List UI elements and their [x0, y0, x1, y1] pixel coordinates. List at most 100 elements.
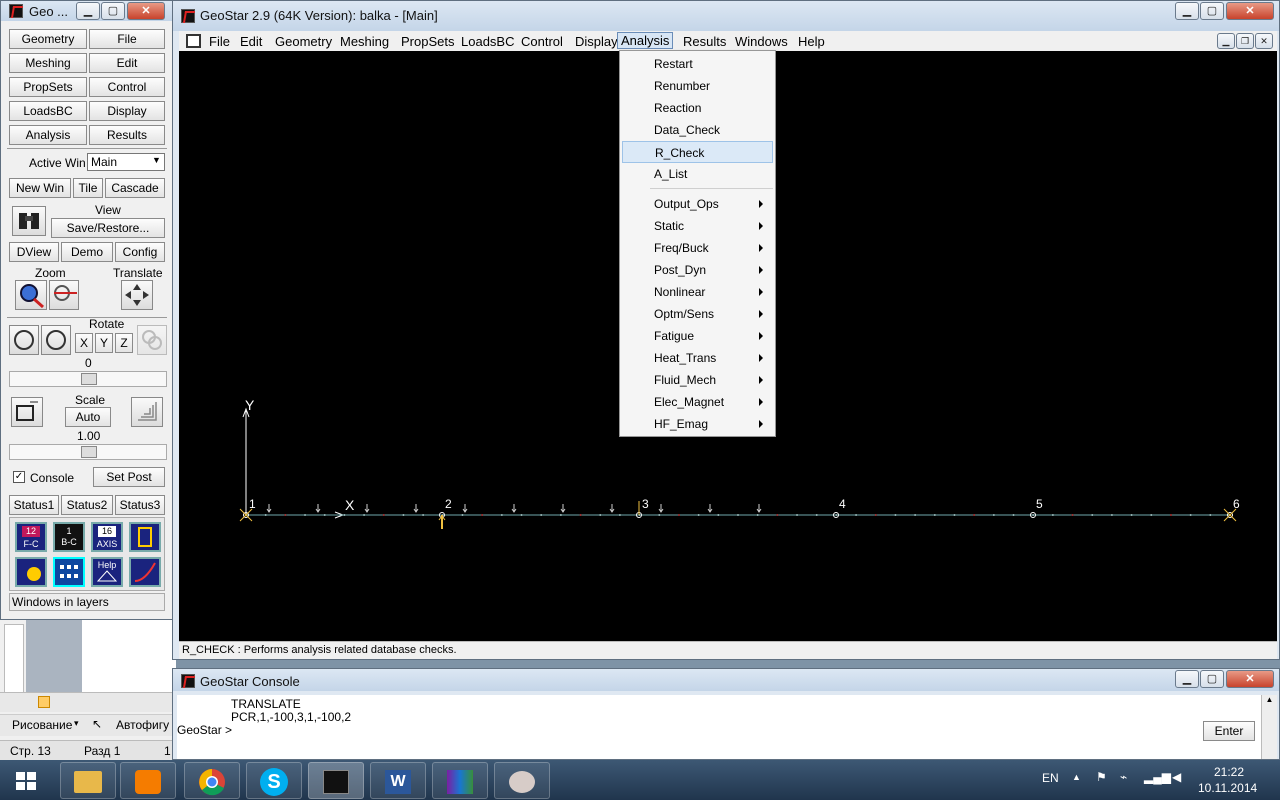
analysis-menu-hf-emag[interactable]: HF_Emag [622, 413, 773, 435]
file-tool-button[interactable]: File [89, 29, 165, 49]
zoom-in-icon[interactable] [15, 280, 47, 310]
loadsbc-tool-button[interactable]: LoadsBC [9, 101, 87, 121]
geometry-tool-button[interactable]: Geometry [9, 29, 87, 49]
help-icon[interactable]: Help [91, 557, 123, 587]
menu-propsets[interactable]: PropSets [401, 34, 454, 49]
chevron-down-icon[interactable]: ▼ [152, 155, 161, 165]
word-drawing-menu[interactable]: Рисование [12, 718, 72, 732]
meshing-tool-button[interactable]: Meshing [9, 53, 87, 73]
rotate-ccw-icon[interactable] [9, 325, 39, 355]
edit-tool-button[interactable]: Edit [89, 53, 165, 73]
curve-icon[interactable] [129, 557, 161, 587]
pointer-hand-icon[interactable] [15, 557, 47, 587]
status1-tab[interactable]: Status1 [9, 495, 59, 515]
analysis-menu-output-ops[interactable]: Output_Ops [622, 193, 773, 215]
menu-meshing[interactable]: Meshing [340, 34, 389, 49]
chrome-taskbar-button[interactable] [184, 762, 240, 799]
rotate-slider-thumb[interactable] [81, 373, 97, 385]
scale-grid-icon[interactable] [131, 397, 163, 427]
menu-loadsbc[interactable]: LoadsBC [461, 34, 514, 49]
word-drawing-dropdown-icon[interactable]: ▾ [74, 718, 79, 729]
analysis-menu-post-dyn[interactable]: Post_Dyn [622, 259, 773, 281]
menu-edit[interactable]: Edit [240, 34, 262, 49]
axis-icon[interactable]: 16 AXIS [91, 522, 123, 552]
console-minimize-button[interactable]: ▁ [1175, 670, 1199, 688]
analysis-menu-data-check[interactable]: Data_Check [622, 119, 773, 141]
menu-control[interactable]: Control [521, 34, 563, 49]
scale-box-icon[interactable] [11, 397, 43, 427]
power-icon[interactable]: ⌁ [1120, 770, 1127, 784]
toolbox-close-button[interactable]: ✕ [127, 2, 165, 20]
mdi-restore-button[interactable]: ❐ [1236, 33, 1254, 49]
start-button[interactable] [6, 766, 46, 796]
analysis-menu-renumber[interactable]: Renumber [622, 75, 773, 97]
analysis-menu-a-list[interactable]: A_List [622, 163, 773, 185]
word-taskbar-button[interactable]: W [370, 762, 426, 799]
analysis-menu-heat-trans[interactable]: Heat_Trans [622, 347, 773, 369]
fc-icon[interactable]: 12 F-C [15, 522, 47, 552]
tray-expand-icon[interactable]: ▲ [1072, 772, 1081, 782]
rotate-slider[interactable] [9, 371, 167, 387]
dview-button[interactable]: DView [9, 242, 59, 262]
scale-auto-button[interactable]: Auto [65, 407, 111, 427]
analysis-menu-static[interactable]: Static [622, 215, 773, 237]
menu-results[interactable]: Results [683, 34, 726, 49]
analysis-menu-freq-buck[interactable]: Freq/Buck [622, 237, 773, 259]
clock-date[interactable]: 10.11.2014 [1198, 781, 1257, 795]
analysis-menu-fluid-mech[interactable]: Fluid_Mech [622, 369, 773, 391]
rotate-z-button[interactable]: Z [115, 333, 133, 353]
menu-geometry[interactable]: Geometry [275, 34, 332, 49]
analysis-tool-button[interactable]: Analysis [9, 125, 87, 145]
toolbox-maximize-button[interactable]: ▢ [101, 2, 125, 20]
paint-taskbar-button[interactable] [494, 762, 550, 799]
rotate-x-button[interactable]: X [75, 333, 93, 353]
signal-icon[interactable]: ▂▄▆ [1144, 770, 1171, 784]
main-minimize-button[interactable]: ▁ [1175, 2, 1199, 20]
scale-slider-thumb[interactable] [81, 446, 97, 458]
analysis-menu-reaction[interactable]: Reaction [622, 97, 773, 119]
menu-windows[interactable]: Windows [735, 34, 788, 49]
word-view-print-icon[interactable] [38, 696, 50, 708]
geostar-taskbar-button[interactable] [308, 762, 364, 799]
console-maximize-button[interactable]: ▢ [1200, 670, 1224, 688]
skype-taskbar-button[interactable]: S [246, 762, 302, 799]
translate-icon[interactable] [121, 280, 153, 310]
menu-display[interactable]: Display [575, 34, 618, 49]
analysis-menu-nonlinear[interactable]: Nonlinear [622, 281, 773, 303]
flag-icon[interactable]: ⚑ [1096, 770, 1107, 784]
analysis-menu-fatigue[interactable]: Fatigue [622, 325, 773, 347]
status3-tab[interactable]: Status3 [115, 495, 165, 515]
word-cursor-icon[interactable]: ↖ [92, 717, 102, 731]
console-close-button[interactable]: ✕ [1226, 670, 1274, 688]
analysis-menu-restart[interactable]: Restart [622, 53, 773, 75]
rotate-cw-icon[interactable] [41, 325, 71, 355]
word-autoshapes-menu[interactable]: Автофигу [116, 718, 169, 732]
rotate-y-button[interactable]: Y [95, 333, 113, 353]
select-icon[interactable] [129, 522, 161, 552]
save-restore-button[interactable]: Save/Restore... [51, 218, 165, 238]
analysis-menu-elec-magnet[interactable]: Elec_Magnet [622, 391, 773, 413]
rrr-icon[interactable] [53, 557, 85, 587]
analysis-menu-optm-sens[interactable]: Optm/Sens [622, 303, 773, 325]
mdi-minimize-button[interactable]: ▁ [1217, 33, 1235, 49]
menu-help[interactable]: Help [798, 34, 825, 49]
scale-slider[interactable] [9, 444, 167, 460]
explorer-taskbar-button[interactable] [60, 762, 116, 799]
status2-tab[interactable]: Status2 [61, 495, 113, 515]
scroll-up-icon[interactable]: ▲ [1262, 695, 1277, 704]
new-win-button[interactable]: New Win [9, 178, 71, 198]
volume-icon[interactable]: ◀ [1172, 770, 1181, 784]
cascade-button[interactable]: Cascade [105, 178, 165, 198]
binoculars-icon[interactable] [12, 206, 46, 236]
console-scrollbar[interactable]: ▲ [1261, 695, 1277, 759]
menu-file[interactable]: File [209, 34, 230, 49]
media-taskbar-button[interactable] [120, 762, 176, 799]
console-enter-button[interactable]: Enter [1203, 721, 1255, 741]
mdi-doc-icon[interactable] [186, 34, 201, 48]
toolbox-minimize-button[interactable]: ▁ [76, 2, 100, 20]
analysis-menu-r-check[interactable]: R_Check [622, 141, 773, 163]
menu-analysis[interactable]: Analysis [617, 32, 674, 49]
display-tool-button[interactable]: Display [89, 101, 165, 121]
console-checkbox[interactable]: ✓ [13, 471, 25, 483]
config-button[interactable]: Config [115, 242, 165, 262]
